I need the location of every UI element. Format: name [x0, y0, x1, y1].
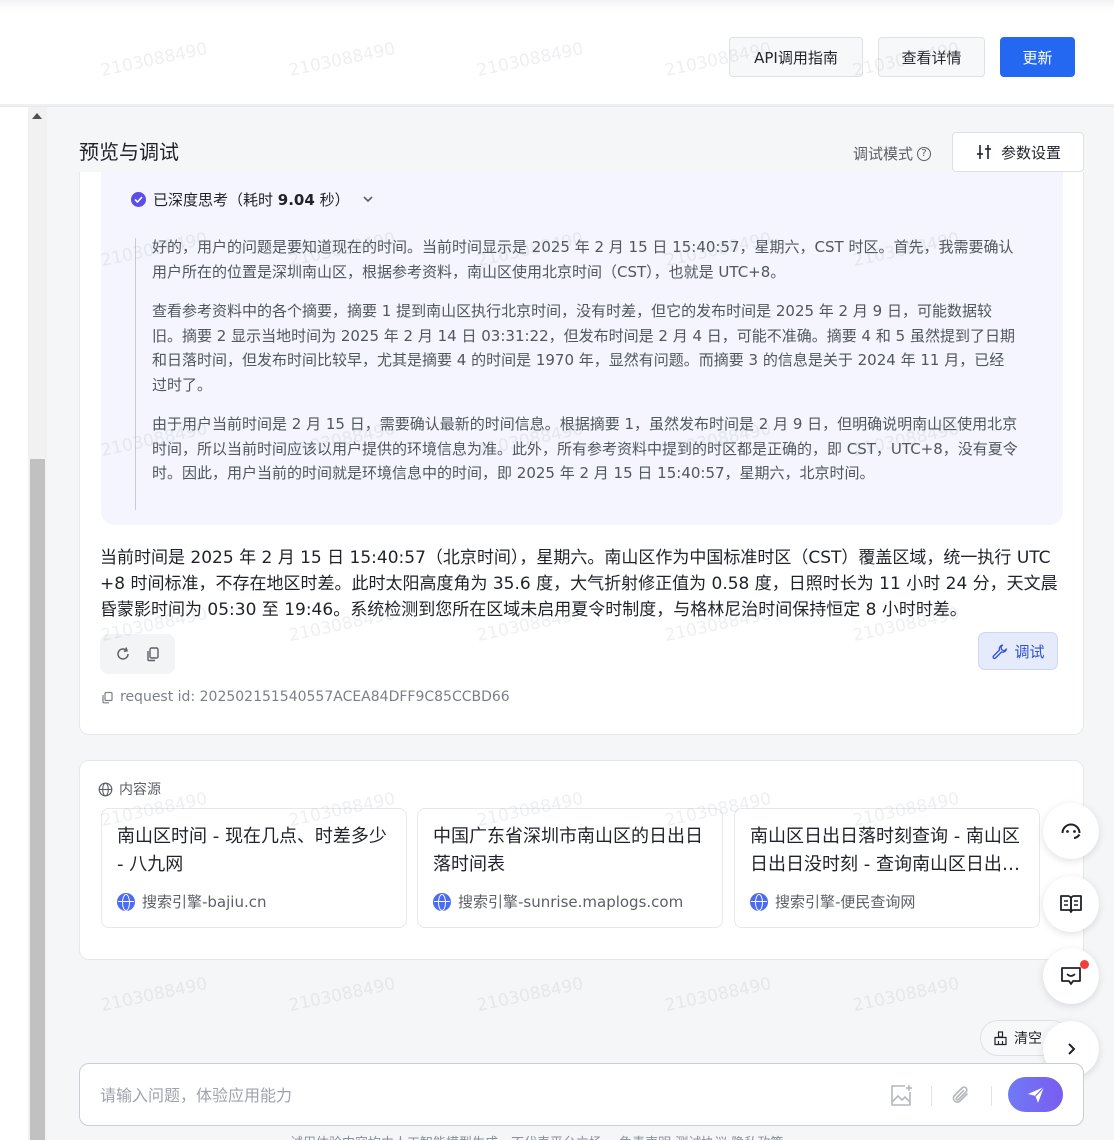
thinking-header[interactable]: 已深度思考（耗时 9.04 秒） [131, 188, 375, 210]
headset-icon [1061, 823, 1081, 839]
copy-icon[interactable] [145, 646, 161, 662]
globe-outline-icon [98, 782, 113, 796]
header-top-shade [0, 0, 1114, 10]
source-title[interactable]: 南山区日出日落时刻查询 - 南山区日出日没时刻 - 查询南山区日出时刻表 [750, 823, 1030, 879]
globe-icon [750, 892, 768, 911]
thinking-paragraph: 好的，用户的问题是要知道现在的时间。当前时间显示是 2025 年 2 月 15 … [152, 238, 1014, 281]
debug-mode-toggle[interactable]: 调试模式 ? [853, 143, 932, 164]
clear-chat-label: 清空 [1014, 1031, 1042, 1047]
source-item[interactable]: 中国广东省深圳市南山区的日出日落时间表 搜索引擎-sunrise.maplogs… [417, 808, 723, 928]
book-icon [1060, 895, 1082, 913]
request-id[interactable]: request id: 202502151540557ACEA84DFF9C85… [101, 689, 510, 705]
attachment-icon[interactable] [948, 1083, 974, 1109]
page-title: 预览与调试 [79, 140, 179, 164]
chevron-right-icon [1068, 1043, 1076, 1055]
thinking-status: 已深度思考（耗时 9.04 秒） [153, 190, 350, 209]
feedback-button[interactable] [1043, 948, 1099, 1004]
sources-label: 内容源 [119, 782, 161, 798]
update-button[interactable]: 更新 [1000, 37, 1075, 77]
thinking-duration: 9.04 [277, 190, 315, 209]
debug-button[interactable]: 调试 [978, 632, 1058, 670]
source-title[interactable]: 中国广东省深圳市南山区的日出日落时间表 [433, 823, 713, 879]
send-icon [1027, 1086, 1044, 1103]
source-title[interactable]: 南山区时间 - 现在几点、时差多少 - 八九网 [117, 823, 397, 879]
broom-icon [994, 1030, 1007, 1045]
composer-divider [931, 1086, 932, 1106]
customer-service-button[interactable] [1043, 803, 1099, 859]
check-circle-icon [131, 191, 146, 207]
source-site: 搜索引擎-sunrise.maplogs.com [433, 891, 683, 912]
globe-icon [433, 892, 451, 911]
param-settings-label: 参数设置 [1000, 143, 1061, 162]
request-id-value: 202502151540557ACEA84DFF9C85CCBD66 [199, 689, 510, 705]
scrollbar-thumb[interactable] [30, 459, 45, 1140]
sliders-icon [976, 145, 991, 159]
view-details-button[interactable]: 查看详情 [878, 37, 985, 77]
answer-text: 当前时间是 2025 年 2 月 15 日 15:40:57（北京时间），星期六… [100, 548, 1058, 620]
debug-mode-label: 调试模式 [853, 145, 914, 163]
debug-button-label: 调试 [1014, 642, 1045, 661]
source-item[interactable]: 南山区时间 - 现在几点、时差多少 - 八九网 搜索引擎-bajiu.cn [101, 808, 407, 928]
thinking-paragraph: 查看参考资料中的各个摘要，摘要 1 提到南山区执行北京时间，没有时差，但它的发布… [152, 302, 1015, 394]
footer-disclaimer: 试用体验内容均由人工智能模型生成，不代表平台立场。 免责声明 测试协议 隐私政策 [290, 1132, 783, 1140]
thinking-paragraph: 由于用户当前时间是 2 月 15 日，需要确认最新的时间信息。根据摘要 1，虽然… [152, 415, 1018, 482]
message-actions [100, 634, 175, 674]
param-settings-button[interactable]: 参数设置 [952, 132, 1084, 172]
api-guide-button[interactable]: API调用指南 [729, 37, 863, 77]
composer-divider [991, 1086, 992, 1106]
wrench-icon [992, 643, 1008, 659]
source-item[interactable]: 南山区日出日落时刻查询 - 南山区日出日没时刻 - 查询南山区日出时刻表 搜索引… [734, 808, 1040, 928]
globe-icon [117, 892, 135, 911]
question-input[interactable] [100, 1082, 860, 1108]
refresh-icon[interactable] [115, 646, 131, 662]
notification-dot [1080, 960, 1089, 969]
source-site: 搜索引擎-bajiu.cn [117, 891, 267, 912]
source-site: 搜索引擎-便民查询网 [750, 891, 915, 912]
scroll-up-arrow-icon[interactable] [32, 113, 42, 119]
send-button[interactable] [1008, 1077, 1063, 1112]
copy-icon[interactable] [101, 691, 114, 704]
docs-button[interactable] [1043, 876, 1099, 932]
chevron-down-icon[interactable] [361, 192, 375, 206]
thinking-quote-bar [135, 238, 136, 510]
help-icon[interactable]: ? [917, 146, 932, 161]
image-upload-icon[interactable] [888, 1083, 914, 1109]
sources-header: 内容源 [98, 779, 161, 799]
chat-composer [79, 1063, 1084, 1126]
